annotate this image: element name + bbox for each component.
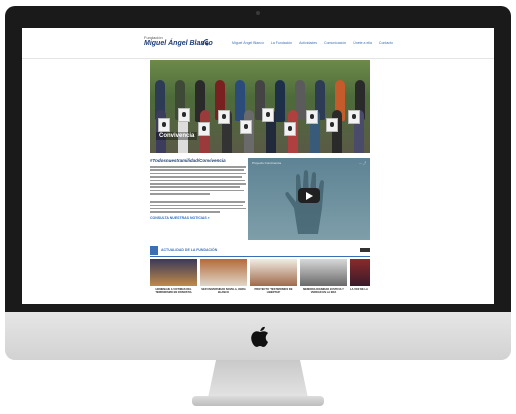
news-image: [200, 259, 247, 286]
protest-sign: [262, 108, 274, 122]
news-section-title: ACTUALIDAD DE LA FUNDACIÓN: [161, 248, 218, 252]
logo-mark-icon: [201, 39, 209, 46]
news-caption: LA VOZ DE LA: [350, 288, 368, 291]
carousel-arrows[interactable]: [360, 248, 370, 252]
protest-sign: [348, 110, 360, 124]
news-caption: SER UNIVERSIDAD NOVELA, OBRA BLANCO: [201, 288, 246, 295]
intro-column: #Todosnuestramilidad/Convivencia CONSULT…: [150, 158, 246, 220]
imac-chin: [5, 312, 511, 360]
intro-paragraph: [150, 166, 246, 213]
protest-sign: [198, 122, 210, 136]
imac-display: Fundación Miguel Ángel Blanco Miguel Áng…: [5, 6, 511, 312]
news-link[interactable]: CONSULTA NUESTRAS NOTICIAS »: [150, 216, 246, 220]
news-card[interactable]: HOMENAJE A VICTIMAS DEL TERRORISMO EN DO…: [150, 259, 197, 304]
news-image: [250, 259, 297, 286]
news-card[interactable]: MEMORIA DIGNIDAD JUSTICIA Y VERDAD EN LA…: [300, 259, 347, 304]
protest-sign: [240, 120, 252, 134]
hero-photo[interactable]: Convivencia: [150, 60, 370, 153]
news-card[interactable]: LA VOZ DE LA: [350, 259, 370, 304]
protest-sign: [158, 118, 170, 132]
share-icon[interactable]: ⋯ ⤴: [359, 161, 366, 165]
nav-item[interactable]: Actividades: [299, 41, 317, 45]
protest-sign: [306, 110, 318, 124]
main-nav: Miguel Ángel Blanco La Fundación Activid…: [232, 41, 393, 45]
nav-item[interactable]: Miguel Ángel Blanco: [232, 41, 264, 45]
news-caption: MEMORIA DIGNIDAD JUSTICIA Y VERDAD EN LA…: [303, 288, 344, 295]
nav-item[interactable]: La Fundación: [271, 41, 292, 45]
nav-item[interactable]: Comunicación: [324, 41, 346, 45]
section-heading: #Todosnuestramilidad/Convivencia: [150, 158, 226, 163]
news-card[interactable]: SER UNIVERSIDAD NOVELA, OBRA BLANCO: [200, 259, 247, 304]
nav-item[interactable]: Contacto: [379, 41, 393, 45]
nav-item[interactable]: Únete a ella: [353, 41, 372, 45]
news-image: [350, 259, 370, 286]
site-header: Fundación Miguel Ángel Blanco Miguel Áng…: [22, 28, 494, 59]
news-caption: HOMENAJE A VICTIMAS DEL TERRORISMO EN DO…: [155, 288, 192, 295]
news-carousel: HOMENAJE A VICTIMAS DEL TERRORISMO EN DO…: [150, 259, 390, 304]
news-section-header: ACTUALIDAD DE LA FUNDACIÓN: [150, 246, 370, 257]
camera-dot: [256, 11, 260, 15]
protest-sign: [326, 118, 338, 132]
news-image: [300, 259, 347, 286]
news-caption: PROYECTO 'TESTIMONIOS DE LIBERTAD': [254, 288, 293, 295]
screen: Fundación Miguel Ángel Blanco Miguel Áng…: [22, 28, 494, 304]
play-button[interactable]: [298, 188, 320, 203]
protest-sign: [178, 108, 190, 122]
imac-stand-base: [192, 396, 324, 406]
news-card[interactable]: PROYECTO 'TESTIMONIOS DE LIBERTAD': [250, 259, 297, 304]
video-title: Proyecto Convivencia: [252, 161, 282, 165]
protest-sign: [218, 110, 230, 124]
protest-sign: [284, 122, 296, 136]
hero-caption: Convivencia: [156, 132, 198, 140]
news-badge-icon: [150, 246, 158, 255]
apple-logo-icon: [251, 326, 268, 347]
news-image: [150, 259, 197, 286]
video-player[interactable]: Proyecto Convivencia ⋯ ⤴: [248, 158, 370, 240]
imac-stand: [208, 360, 308, 398]
